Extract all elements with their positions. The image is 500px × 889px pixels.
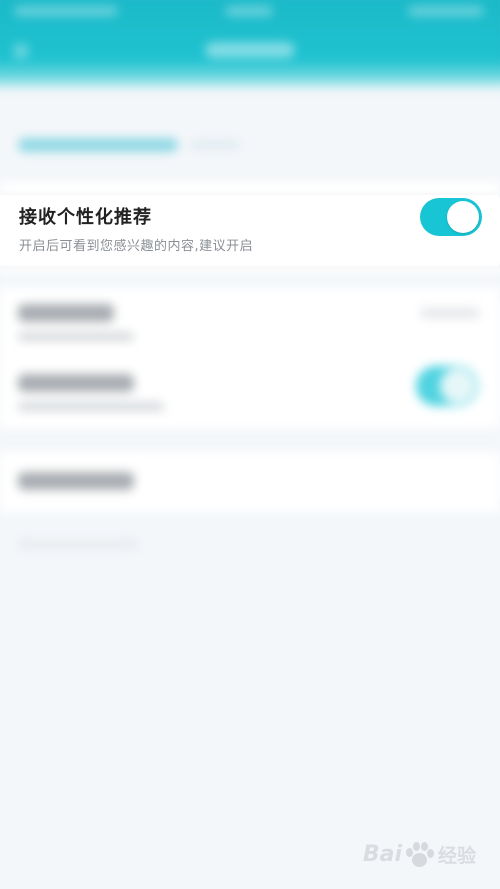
settings-group xyxy=(0,288,500,428)
settings-item xyxy=(0,452,500,512)
blurred-background xyxy=(0,0,500,889)
toggle-knob xyxy=(447,201,479,233)
back-icon xyxy=(14,44,28,58)
section-link xyxy=(18,138,178,152)
watermark-logo: Bai 经验 xyxy=(362,840,476,868)
setting-title: 接收个性化推荐 xyxy=(19,207,152,228)
screen: 接收个性化推荐 开启后可看到您感兴趣的内容,建议开启 Bai 经验 xyxy=(0,0,500,889)
paw-icon xyxy=(404,840,434,868)
status-bar xyxy=(0,0,500,22)
personalized-recommendation-toggle[interactable] xyxy=(420,198,482,236)
setting-description: 开启后可看到您感兴趣的内容,建议开启 xyxy=(19,239,254,254)
page-title xyxy=(205,42,295,58)
